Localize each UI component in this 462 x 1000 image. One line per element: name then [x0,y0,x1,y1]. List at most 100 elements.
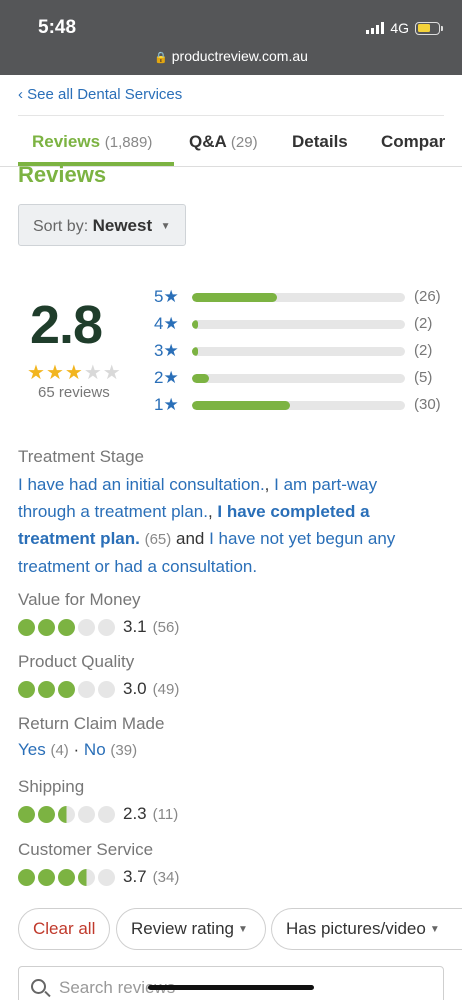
battery-icon [415,21,443,35]
rating-dot [98,805,115,823]
rating-bar [192,347,405,356]
attribute-score: 3.1 [123,617,147,636]
divider [18,115,444,116]
return-claim-label: Return Claim Made [18,714,165,733]
rating-row-label: 1★ [154,395,179,414]
tab-reviews-label: Reviews [32,132,101,151]
star-icon: ★ [64,362,84,384]
rating-dot [98,868,115,886]
return-claim-no[interactable]: No [84,740,106,759]
has-pictures-filter[interactable]: Has pictures/video ▼ [271,908,462,950]
star-rating: ★★★★★ [27,360,122,385]
attribute-score: 3.0 [123,679,147,698]
treatment-stage-options: I have had an initial consultation., I a… [18,471,438,580]
rating-row-label: 5★ [154,287,179,306]
rating-bar [192,374,405,383]
clear-all-button[interactable]: Clear all [18,908,110,950]
rating-dot [18,805,35,823]
rating-dot [78,680,95,698]
attribute-count: (11) [152,805,179,823]
return-claim-separator: · [68,740,84,759]
rating-dot [58,805,75,823]
tab-qa-label: Q&A [189,132,227,151]
shipping-rating[interactable]: 2.3 (11) [18,804,178,824]
product-quality-rating[interactable]: 3.0 (49) [18,679,179,699]
rating-bar-fill [192,347,199,356]
section-title: Reviews [18,162,107,187]
rating-dot [18,868,35,886]
return-claim-no-count: (39) [110,742,138,759]
tab-qa-count: (29) [230,134,258,151]
search-reviews-box[interactable] [18,966,444,1000]
treatment-option-completed-count: (65) [144,531,172,548]
rating-dot [58,868,75,886]
rating-row-count: (30) [414,396,441,413]
review-rating-filter[interactable]: Review rating ▼ [116,908,266,950]
home-indicator[interactable] [148,985,314,990]
rating-row-3[interactable]: 3★ (2) [154,341,454,361]
rating-row-label: 3★ [154,341,179,360]
attribute-count: (49) [152,680,180,698]
rating-dot [18,680,35,698]
rating-bar [192,320,405,329]
treatment-and: and [171,529,210,548]
shipping-label: Shipping [18,777,85,796]
rating-dots [18,805,118,823]
attribute-score: 2.3 [123,804,147,823]
caret-down-icon: ▼ [160,221,171,233]
search-icon [31,979,46,994]
star-icon: ★ [83,362,103,384]
return-claim-yes[interactable]: Yes [18,740,46,759]
signal-icon [366,22,385,34]
rating-dot [58,680,75,698]
rating-bar [192,293,405,302]
back-to-dental-services-link[interactable]: ‹ See all Dental Services [18,86,182,103]
rating-bar-fill [192,374,210,383]
rating-bar-fill [192,401,290,410]
tab-compare[interactable]: Compar [381,132,445,152]
status-bar: 5:48 4G 🔒 productreview.com.au [0,0,462,75]
treatment-separator: , [264,475,275,494]
rating-row-label: 2★ [154,368,179,387]
rating-row-1[interactable]: 1★ (30) [154,395,454,415]
url-text: productreview.com.au [171,48,308,64]
caret-down-icon: ▼ [238,924,248,936]
treatment-separator: , [207,502,218,521]
customer-service-label: Customer Service [18,840,154,859]
rating-bar-fill [192,320,199,329]
rating-bar [192,401,405,410]
attribute-count: (56) [152,618,180,636]
rating-dot [38,618,55,636]
rating-row-count: (5) [414,369,433,386]
rating-row-label: 4★ [154,314,179,333]
review-count: 65 reviews [38,384,110,401]
rating-row-5[interactable]: 5★ (26) [154,287,454,307]
value-for-money-rating[interactable]: 3.1 (56) [18,617,179,637]
treatment-stage-label: Treatment Stage [18,447,144,466]
status-time: 5:48 [38,17,77,38]
rating-dot [18,618,35,636]
rating-dot [78,805,95,823]
network-label: 4G [390,20,409,36]
customer-service-rating[interactable]: 3.7 (34) [18,867,179,887]
star-icon: ★ [27,362,46,384]
return-claim-yes-count: (4) [50,742,69,759]
treatment-option-initial-consultation[interactable]: I have had an initial consultation. [18,475,265,494]
sort-dropdown[interactable]: Sort by: Newest ▼ [18,204,186,246]
tab-qa[interactable]: Q&A (29) [189,132,258,152]
rating-row-2[interactable]: 2★ (5) [154,368,454,388]
tab-reviews[interactable]: Reviews (1,889) [32,132,152,152]
url-bar[interactable]: 🔒 productreview.com.au [0,48,462,64]
tab-bar: Reviews (1,889) Q&A (29) Details Compar [0,118,462,167]
tab-compare-label: Compar [381,132,446,151]
rating-dots [18,618,118,636]
rating-row-4[interactable]: 4★ (2) [154,314,454,334]
rating-row-count: (2) [414,342,433,359]
star-icon: ★ [45,362,65,384]
status-icons: 4G [366,20,443,36]
rating-dot [98,680,115,698]
return-claim-options: Yes (4) · No (39) [18,740,137,760]
rating-dots [18,680,118,698]
tab-details-label: Details [292,132,348,151]
tab-details[interactable]: Details [292,132,348,152]
